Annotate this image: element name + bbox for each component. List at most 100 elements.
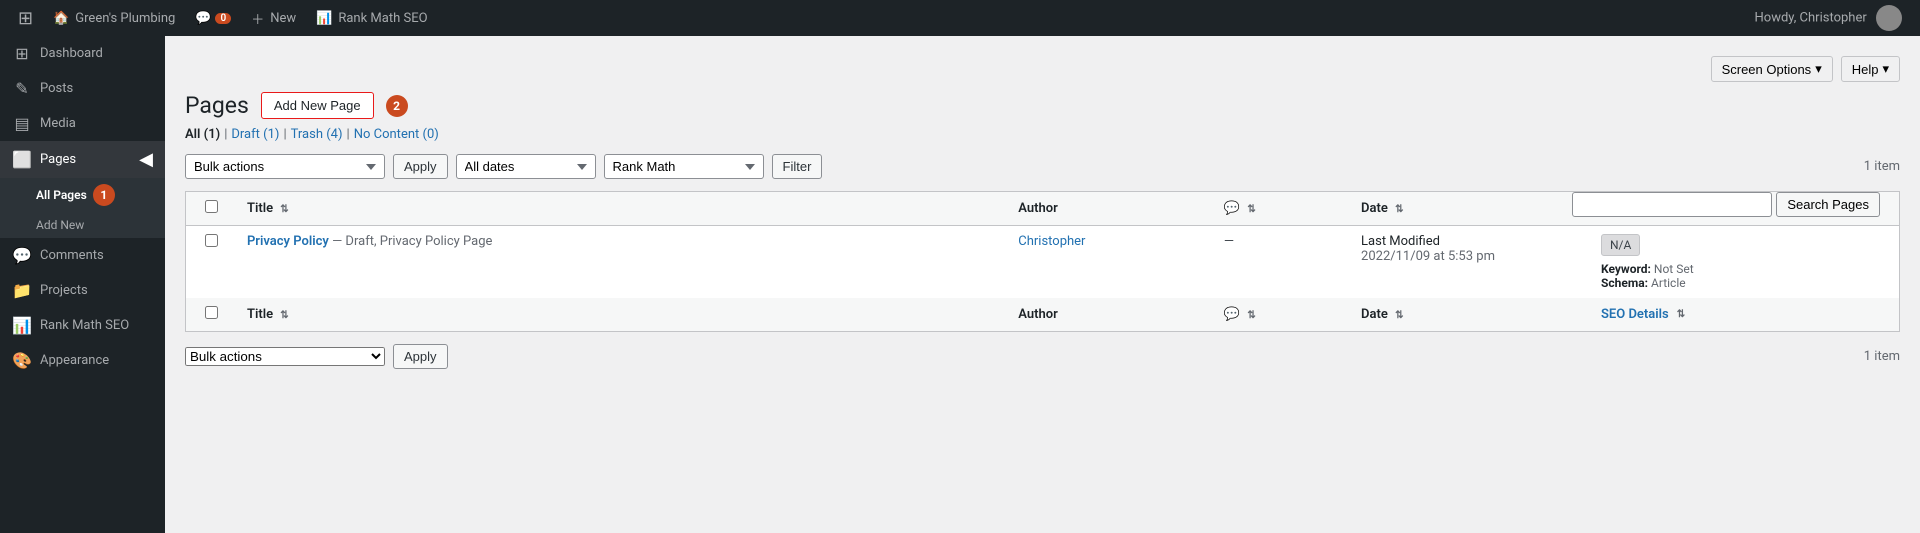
home-icon: 🏠 <box>53 11 69 26</box>
row-author-cell: Christopher <box>1008 226 1214 299</box>
page-title-link[interactable]: Privacy Policy <box>247 234 329 249</box>
sidebar: ⊞ Dashboard ✎ Posts ▤ Media ⬜ Pages ◀ Al… <box>0 36 165 533</box>
col-header-comments[interactable]: 💬 ⇅ <box>1214 192 1351 226</box>
date-modified-label: Last Modified <box>1361 234 1440 249</box>
subnav-all[interactable]: All (1) <box>185 127 220 142</box>
filters-bar-top: Bulk actions Edit Move to Trash Apply Al… <box>185 154 1900 179</box>
seo-keyword: Keyword: Not Set <box>1601 262 1889 276</box>
col-header-author: Author <box>1008 192 1214 226</box>
adminbar-wp-logo[interactable]: ⊞ <box>8 0 43 36</box>
bulk-actions-select-top[interactable]: Bulk actions Edit Move to Trash <box>185 154 385 179</box>
screen-options-button[interactable]: Screen Options ▾ <box>1711 56 1833 82</box>
comments-sort-icon: ⇅ <box>1247 204 1255 215</box>
sidebar-item-pages[interactable]: ⬜ Pages ◀ <box>0 141 165 178</box>
wp-logo-icon: ⊞ <box>18 8 33 29</box>
content-area: Pages Add New Page 2 All (1) | Draft (1)… <box>185 92 1900 369</box>
comment-icon: 💬 <box>195 11 211 26</box>
select-all-checkbox[interactable] <box>205 200 218 213</box>
pages-submenu: All Pages 1 Add New <box>0 178 165 238</box>
top-toolbar: Screen Options ▾ Help ▾ <box>185 56 1900 82</box>
seo-na-badge: N/A <box>1601 234 1640 256</box>
row-comments-cell: — <box>1214 226 1351 299</box>
row-checkbox-cell[interactable] <box>186 226 237 299</box>
sidebar-item-rankmath[interactable]: 📊 Rank Math SEO <box>0 308 165 343</box>
dashboard-icon: ⊞ <box>12 44 32 63</box>
row-checkbox[interactable] <box>205 234 218 247</box>
title-sort-icon: ⇅ <box>280 204 288 215</box>
plus-icon: ＋ <box>251 9 264 28</box>
row-date-cell: Last Modified 2022/11/09 at 5:53 pm <box>1351 226 1591 299</box>
sidebar-item-projects[interactable]: 📁 Projects <box>0 273 165 308</box>
table-row: Privacy Policy — Draft, Privacy Policy P… <box>186 226 1900 299</box>
add-new-page-button[interactable]: Add New Page <box>261 92 374 119</box>
footer-comments-sort-icon: ⇅ <box>1247 310 1255 321</box>
search-pages-button[interactable]: Search Pages <box>1776 192 1880 217</box>
search-bar: Search Pages <box>1572 192 1880 217</box>
sidebar-item-add-new[interactable]: Add New <box>0 212 165 238</box>
add-new-badge: 2 <box>386 95 408 117</box>
page-header: Pages Add New Page 2 <box>185 92 1900 119</box>
col-header-title[interactable]: Title ⇅ <box>237 192 1008 226</box>
footer-col-title[interactable]: Title ⇅ <box>237 298 1008 332</box>
search-pages-input[interactable] <box>1572 192 1772 217</box>
filter-button[interactable]: Filter <box>772 154 823 179</box>
adminbar-rankmath[interactable]: 📊 Rank Math SEO <box>306 0 437 36</box>
footer-select-all-checkbox[interactable] <box>205 306 218 319</box>
page-subtitle: — Draft, Privacy Policy Page <box>332 234 492 249</box>
help-button[interactable]: Help ▾ <box>1841 56 1900 82</box>
footer-col-date[interactable]: Date ⇅ <box>1351 298 1591 332</box>
footer-col-author: Author <box>1008 298 1214 332</box>
adminbar-new[interactable]: ＋ New <box>241 0 306 36</box>
items-count-bottom: 1 item <box>1864 349 1900 364</box>
screen-options-arrow-icon: ▾ <box>1815 61 1822 77</box>
sidebar-item-all-pages[interactable]: All Pages 1 <box>0 178 165 212</box>
posts-icon: ✎ <box>12 79 32 98</box>
rankmath-side-icon: 📊 <box>12 316 32 335</box>
sidebar-item-media[interactable]: ▤ Media <box>0 106 165 141</box>
date-sort-icon: ⇅ <box>1395 204 1403 215</box>
table-footer-row: Title ⇅ Author 💬 ⇅ Date ⇅ <box>186 298 1900 332</box>
apply-button-top[interactable]: Apply <box>393 154 448 179</box>
pages-icon: ⬜ <box>12 150 32 169</box>
sidebar-item-appearance[interactable]: 🎨 Appearance <box>0 343 165 378</box>
footer-seo-sort-icon: ⇅ <box>1677 309 1685 320</box>
all-pages-badge: 1 <box>93 184 115 206</box>
bulk-actions-select-bottom[interactable]: Bulk actions Edit Move to Trash <box>185 347 385 366</box>
projects-icon: 📁 <box>12 281 32 300</box>
author-link[interactable]: Christopher <box>1018 234 1085 249</box>
subnav-no-content[interactable]: No Content (0) <box>354 127 439 142</box>
sidebar-item-posts[interactable]: ✎ Posts <box>0 71 165 106</box>
main-content: Screen Options ▾ Help ▾ Pages Add New Pa… <box>165 36 1920 533</box>
dates-select[interactable]: All dates <box>456 154 596 179</box>
footer-checkbox-header[interactable] <box>186 298 237 332</box>
media-icon: ▤ <box>12 114 32 133</box>
adminbar-howdy: Howdy, Christopher <box>1745 5 1912 31</box>
adminbar-site-name[interactable]: 🏠 Green's Plumbing <box>43 0 185 36</box>
subnav-draft[interactable]: Draft (1) <box>231 127 279 142</box>
row-title-cell: Privacy Policy — Draft, Privacy Policy P… <box>237 226 1008 299</box>
footer-title-sort-icon: ⇅ <box>280 310 288 321</box>
comments-col-icon: 💬 <box>1224 201 1240 216</box>
footer-date-sort-icon: ⇅ <box>1395 310 1403 321</box>
page-title: Pages <box>185 92 249 119</box>
pages-arrow-icon: ◀ <box>139 149 153 170</box>
date-value: 2022/11/09 at 5:53 pm <box>1361 249 1495 264</box>
footer-comments-icon: 💬 <box>1224 307 1240 322</box>
apply-button-bottom[interactable]: Apply <box>393 344 448 369</box>
admin-bar: ⊞ 🏠 Green's Plumbing 💬 0 ＋ New 📊 Rank Ma… <box>0 0 1920 36</box>
footer-col-seo[interactable]: SEO Details ⇅ <box>1591 298 1900 332</box>
rankmath-select[interactable]: Rank Math <box>604 154 764 179</box>
user-avatar <box>1876 5 1902 31</box>
rankmath-icon: 📊 <box>316 11 332 26</box>
sidebar-item-comments[interactable]: 💬 Comments <box>0 238 165 273</box>
items-count-top: 1 item <box>1864 159 1900 174</box>
seo-schema: Schema: Article <box>1601 276 1889 290</box>
footer-col-comments[interactable]: 💬 ⇅ <box>1214 298 1351 332</box>
adminbar-comments[interactable]: 💬 0 <box>185 0 241 36</box>
appearance-icon: 🎨 <box>12 351 32 370</box>
filters-bar-bottom: Bulk actions Edit Move to Trash Apply 1 … <box>185 344 1900 369</box>
sidebar-item-dashboard[interactable]: ⊞ Dashboard <box>0 36 165 71</box>
subnav-trash[interactable]: Trash (4) <box>291 127 343 142</box>
select-all-checkbox-header[interactable] <box>186 192 237 226</box>
col-header-date[interactable]: Date ⇅ <box>1351 192 1591 226</box>
